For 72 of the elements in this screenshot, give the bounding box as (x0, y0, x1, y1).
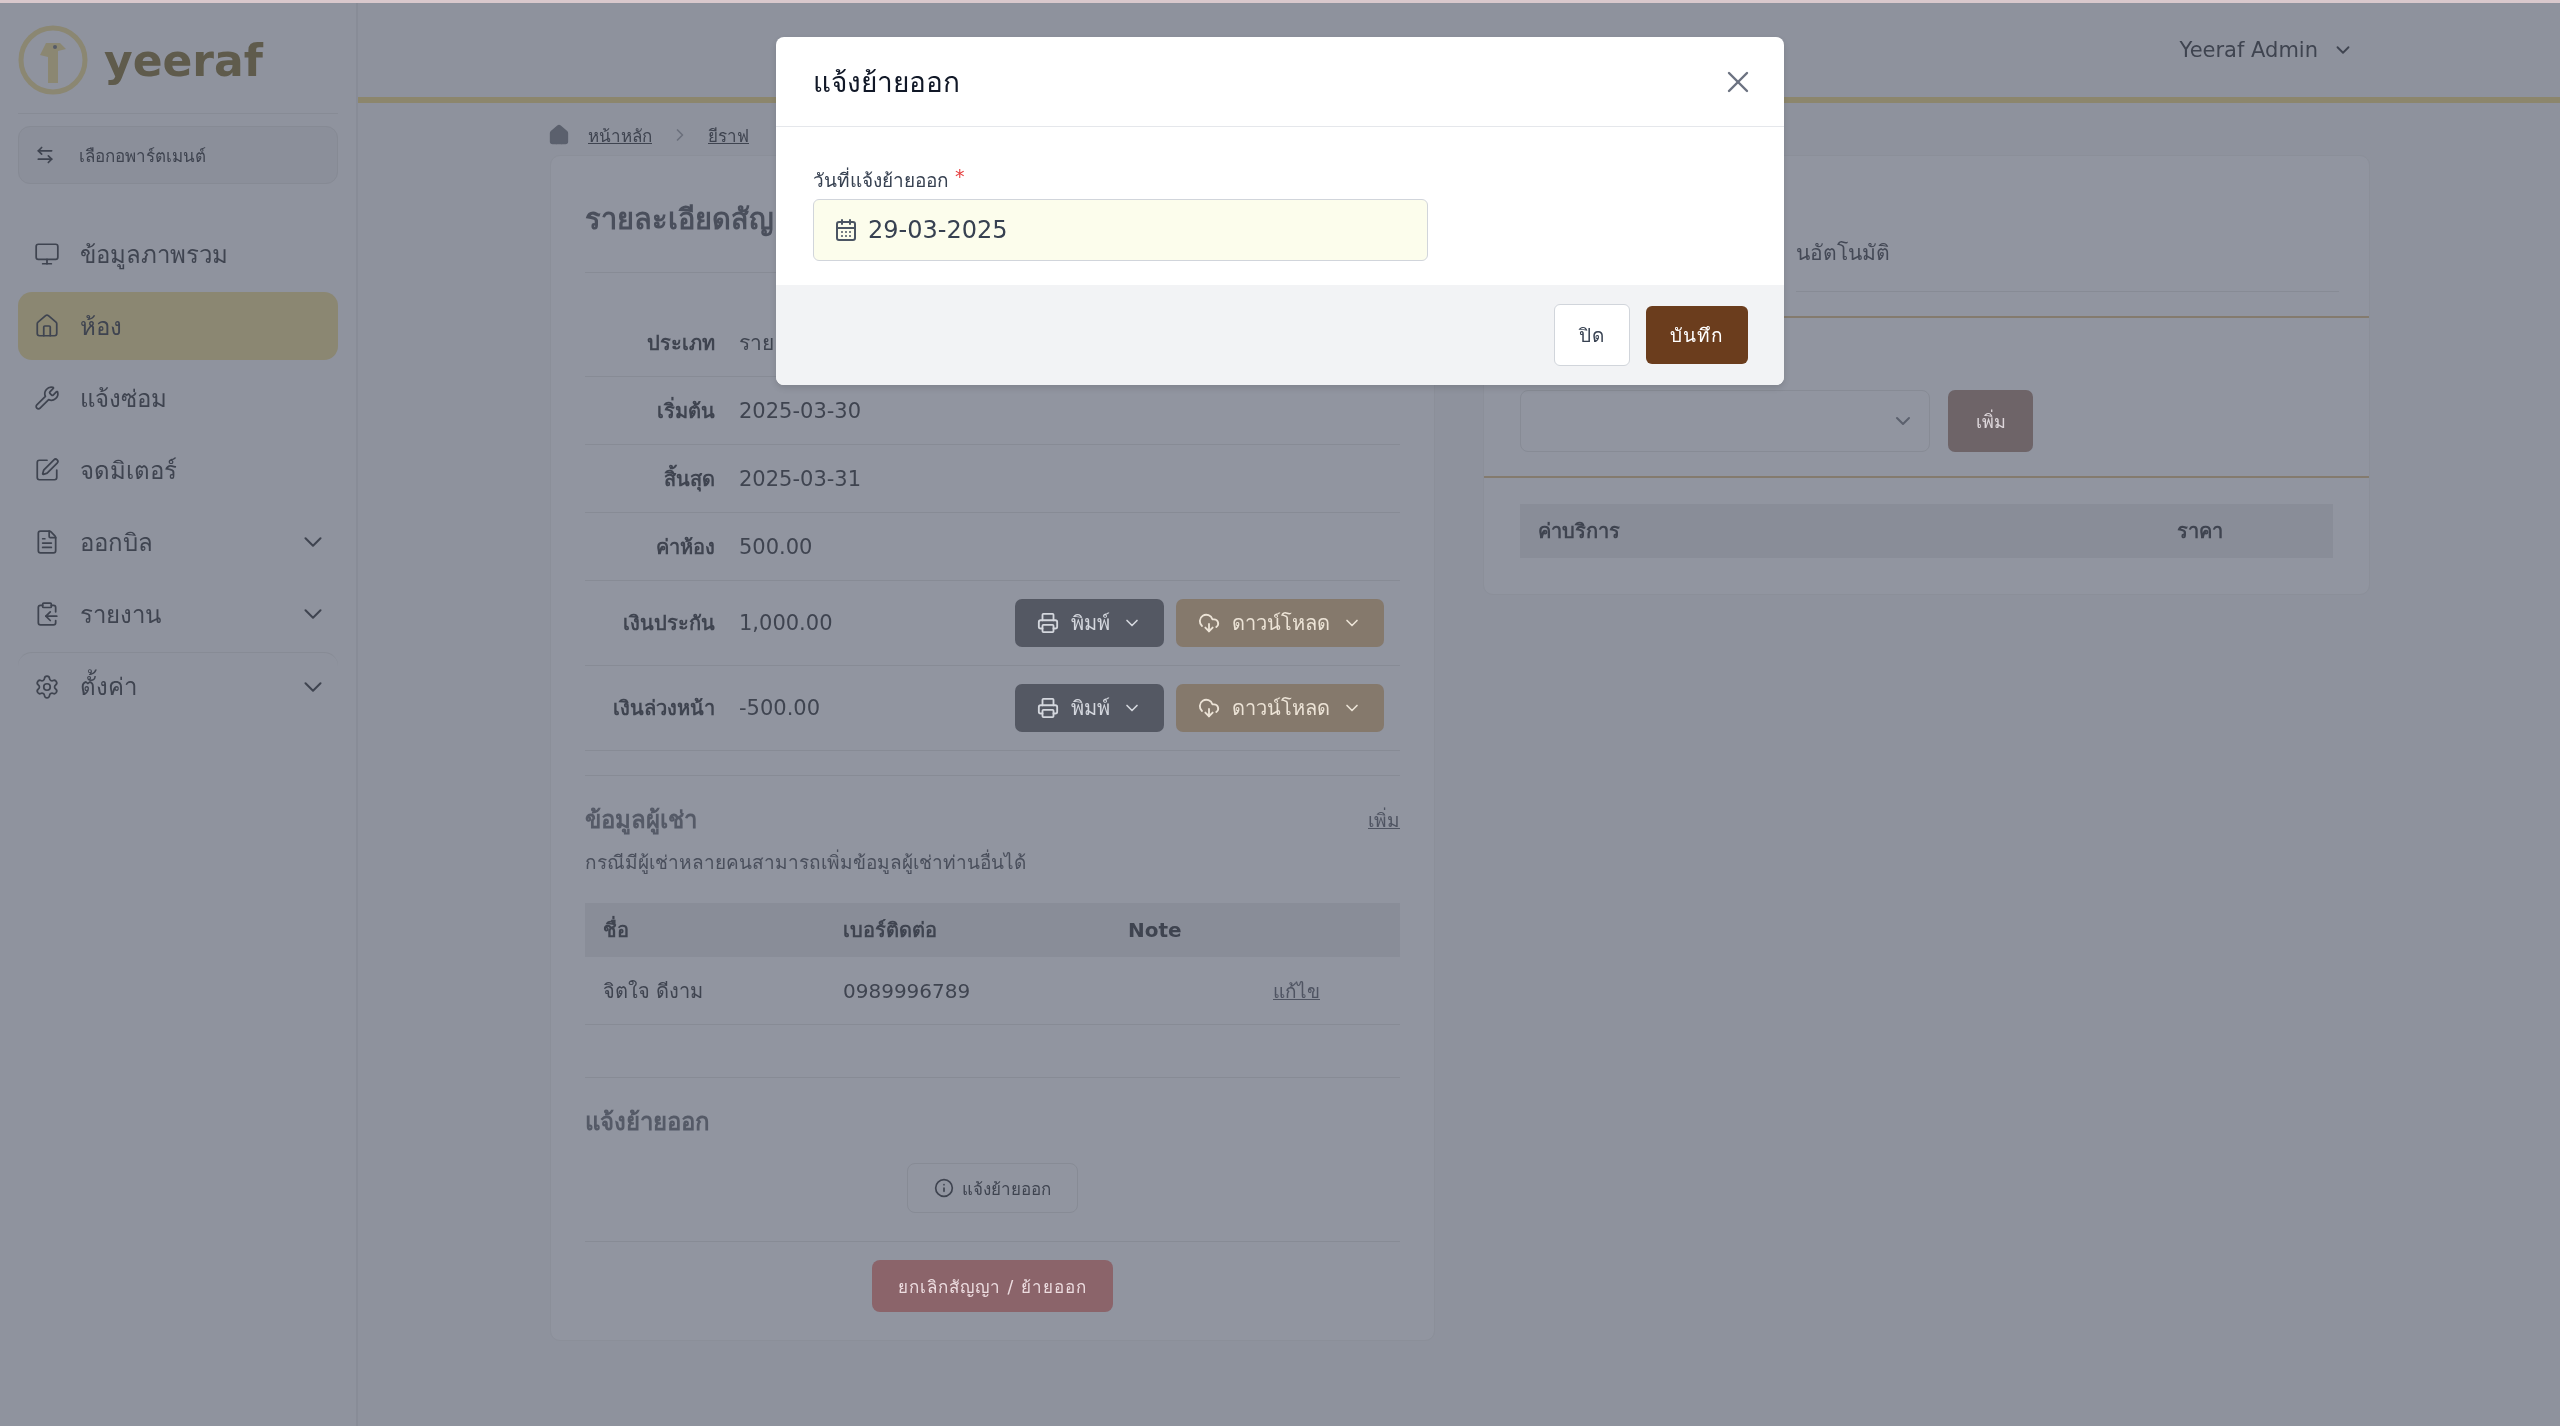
field-label: ค่าห้อง (655, 533, 715, 561)
required-mark: * (955, 165, 965, 189)
wrench-icon (34, 385, 60, 411)
printer-icon (1037, 612, 1059, 634)
date-field[interactable]: 29-03-2025 (813, 199, 1428, 261)
field-label: เงินล่วงหน้า (612, 695, 715, 722)
sidebar-item[interactable]: ออกบิล (18, 508, 338, 576)
cloud-download-icon (1198, 612, 1220, 634)
sidebar-item[interactable]: แจ้งซ่อม (18, 364, 338, 432)
field-value: ราย (739, 330, 775, 357)
cancel-contract-button[interactable]: ยกเลิกสัญญา / ย้ายออก (872, 1260, 1113, 1312)
sidebar-item-label: จดมิเตอร์ (80, 455, 178, 487)
add-link[interactable]: เพิ่ม (1368, 804, 1400, 835)
section-title: ข้อมูลผู้เช่า (585, 805, 697, 837)
sidebar-item[interactable]: ห้อง (18, 292, 338, 360)
field-label: ประเภท (646, 329, 715, 357)
section-title: แจ้งย้ายออก (585, 1107, 710, 1138)
sidebar-item-label: ออกบิล (80, 527, 154, 559)
sidebar-item[interactable]: ตั้งค่า (18, 652, 338, 720)
table-header-cell-text: Note (1128, 918, 1183, 942)
user-menu[interactable]: Yeeraf Admin (2173, 37, 2360, 63)
clipboard-icon (34, 601, 60, 627)
table-header-cell-text: ชื่อ (603, 915, 630, 944)
field-value: -500.00 (739, 696, 822, 720)
download-button[interactable]: ดาวน์โหลด (1176, 599, 1384, 647)
dialog-title: แจ้งย้ายออก (813, 64, 960, 101)
table-cell-text: จิตใจ ดีงาม (603, 977, 705, 1005)
save-button[interactable]: บันทึก (1646, 306, 1748, 364)
sidebar-item-label: ตั้งค่า (80, 667, 284, 706)
info-icon (934, 1178, 954, 1198)
field-label: สิ้นสุด (663, 463, 715, 494)
print-button[interactable]: พิมพ์ (1015, 684, 1164, 732)
apartment-switcher[interactable]: เลือกอพาร์ตเมนต์ (18, 126, 338, 184)
table-cell-text: 0989996789 (843, 978, 972, 1003)
table-header-cell-text: เบอร์ติดต่อ (843, 917, 938, 944)
field-label: เริ่มต้น (656, 396, 715, 425)
settings-icon (34, 673, 60, 700)
close-dialog-button[interactable]: ปิด (1554, 304, 1630, 366)
breadcrumb-link[interactable]: ยีราฟ (708, 121, 749, 149)
table-header-cell-text: ค่าบริการ (1538, 518, 1621, 545)
document-icon (34, 529, 60, 555)
sidebar-item[interactable]: รายงาน (18, 580, 338, 648)
cloud-download-icon (1198, 697, 1220, 719)
pencil-square-icon (34, 457, 60, 483)
field-value: 1,000.00 (739, 611, 834, 635)
sidebar-item-label: แจ้งซ่อม (80, 383, 168, 415)
section-subtitle: กรณีมีผู้เช่าหลายคนสามารถเพิ่มข้อมูลผู้เช่าท่านอื่นได้ (585, 848, 1027, 876)
breadcrumb-link[interactable]: หน้าหลัก (588, 121, 652, 149)
sidebar-item[interactable]: ข้อมูลภาพรวม (18, 220, 338, 288)
hint-text: นอัตโนมัติ (1796, 156, 2339, 292)
move-out-button[interactable]: แจ้งย้ายออก (907, 1163, 1078, 1213)
sidebar-item[interactable]: จดมิเตอร์ (18, 436, 338, 504)
logo-text: yeeraf (104, 34, 263, 86)
print-button[interactable]: พิมพ์ (1015, 599, 1164, 647)
field-value: 2025-03-30 (739, 398, 863, 423)
calendar-icon (834, 218, 858, 242)
sidebar-item-label: รายงาน (80, 599, 162, 631)
printer-icon (1037, 697, 1059, 719)
add-button[interactable]: เพิ่ม (1948, 390, 2033, 452)
monitor-icon (34, 241, 60, 267)
swap-arrows-icon (35, 145, 55, 165)
sidebar-item-label: ห้อง (80, 311, 123, 343)
field-label: วันที่แจ้งย้ายออก (813, 166, 949, 193)
field-value: 500.00 (739, 534, 814, 559)
field-label: เงินประกัน (622, 610, 715, 637)
home-icon (34, 313, 60, 339)
field-value: 2025-03-31 (739, 466, 863, 491)
sidebar-item-label: ข้อมูลภาพรวม (80, 239, 229, 272)
download-button[interactable]: ดาวน์โหลด (1176, 684, 1384, 732)
table-header-cell-text: ราคา (2177, 518, 2223, 545)
edit-link[interactable]: แก้ไข (1273, 975, 1320, 1006)
home-icon (548, 124, 570, 146)
